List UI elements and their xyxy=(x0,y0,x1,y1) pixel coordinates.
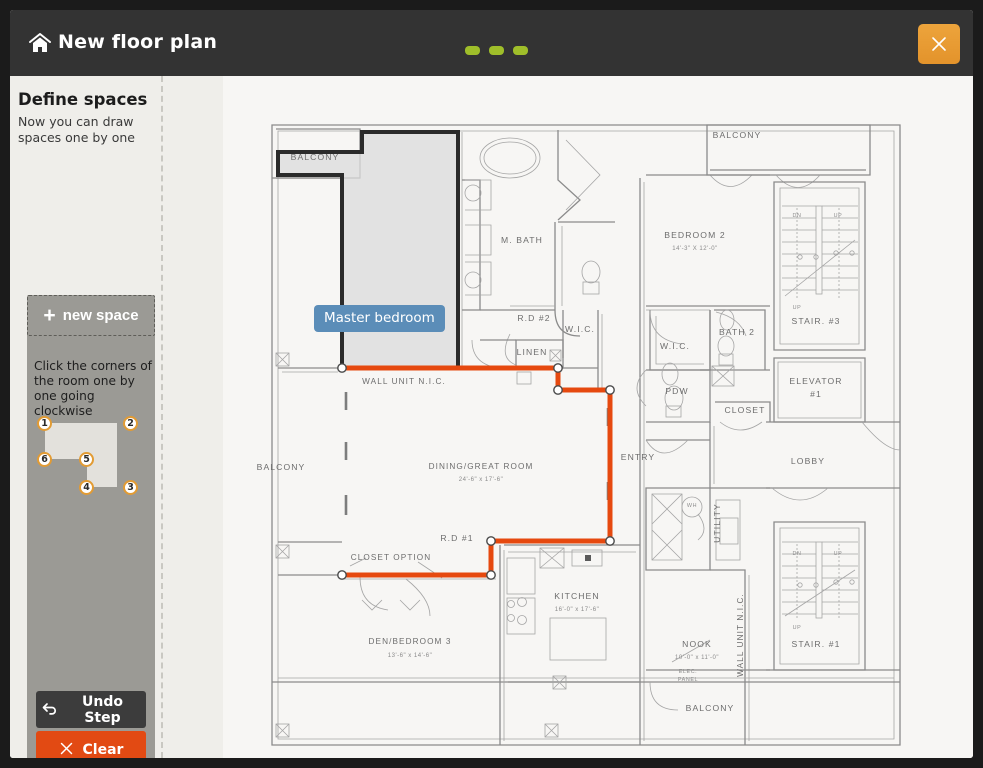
blueprint-label: 10'-0" x 11'-0" xyxy=(675,655,719,661)
window-body: Define spaces Now you can draw spaces on… xyxy=(10,76,973,758)
blueprint-label: UTILITY xyxy=(712,503,722,543)
blueprint-label: UP xyxy=(834,213,843,219)
blueprint-label: STAIR. #1 xyxy=(792,639,841,649)
blueprint-label: 13'-6" x 14'-6" xyxy=(388,653,432,659)
vertex-handle[interactable] xyxy=(605,385,615,395)
app-root: New floor plan Define spaces Now you can… xyxy=(0,0,983,768)
corner-badge-5: 5 xyxy=(79,452,94,467)
corner-badge-label: 1 xyxy=(41,417,48,429)
blueprint-label: W.I.C. xyxy=(660,341,690,351)
home-icon xyxy=(28,32,52,54)
step-dot-2 xyxy=(489,46,504,55)
vertex-handle[interactable] xyxy=(337,363,347,373)
blueprint-label: DN xyxy=(793,213,802,219)
close-button[interactable] xyxy=(918,24,960,64)
corner-badge-3: 3 xyxy=(123,480,138,495)
corner-badge-label: 6 xyxy=(41,453,48,465)
undo-step-label: Undo Step xyxy=(82,693,123,726)
blueprint-label: UP xyxy=(834,551,843,557)
blueprint-label: ELEVATOR xyxy=(789,376,842,386)
corner-badge-label: 4 xyxy=(83,481,90,493)
blueprint-label: R.D #1 xyxy=(440,533,473,543)
blueprint-label: W.I.C. xyxy=(565,324,595,334)
close-icon xyxy=(918,34,960,54)
blueprint-label: WALL UNIT N.I.C. xyxy=(736,593,745,677)
corner-order-diagram: 1 2 3 4 5 6 xyxy=(27,411,155,506)
blueprint-label: M. BATH xyxy=(501,235,543,245)
completed-space-master-bedroom[interactable] xyxy=(276,130,460,370)
blueprint-label: DINING/GREAT ROOM xyxy=(429,462,534,471)
blueprint-label: BALCONY xyxy=(686,703,735,713)
blueprint-label: STAIR. #3 xyxy=(792,316,841,326)
page-title: New floor plan xyxy=(58,31,218,53)
plus-icon: + xyxy=(43,304,56,327)
corner-badge-2: 2 xyxy=(123,416,138,431)
panel-title: Define spaces xyxy=(18,90,148,109)
blueprint-label: R.D #2 xyxy=(517,313,550,323)
corner-badge-label: 3 xyxy=(127,481,134,493)
close-icon xyxy=(59,741,74,759)
blueprint-label: DN xyxy=(793,551,802,557)
clear-button[interactable]: Clear xyxy=(36,731,146,758)
blueprint-label: UP xyxy=(793,625,802,631)
active-space-vertices[interactable] xyxy=(337,363,615,580)
clear-label: Clear xyxy=(82,742,124,758)
blueprint-label: BALCONY xyxy=(713,130,762,140)
undo-arrow-icon xyxy=(42,701,58,719)
step-progress-dots xyxy=(465,46,528,55)
corner-badge-label: 2 xyxy=(127,417,134,429)
blueprint-label: ELEC. xyxy=(679,669,698,675)
blueprint-label: 14'-3" X 12'-0" xyxy=(672,246,717,252)
blueprint-label: LOBBY xyxy=(791,456,825,466)
blueprint-label: LINEN xyxy=(517,347,548,357)
vertex-handle[interactable] xyxy=(486,570,496,580)
blueprint-label: BATH 2 xyxy=(719,327,755,337)
draw-hint-text: Click the corners of the room one by one… xyxy=(34,359,152,418)
blueprint-label: BALCONY xyxy=(257,462,306,472)
corner-badge-label: 5 xyxy=(83,453,90,465)
vertex-handle[interactable] xyxy=(553,363,563,373)
blueprint-label: PANEL xyxy=(678,677,698,683)
floorplan-drawing: BALCONY BALCONY BALCONY BALCONY M. BATH BEDRO… xyxy=(257,124,901,746)
title-bar: New floor plan xyxy=(10,10,973,76)
new-space-label: new space xyxy=(62,307,139,324)
blueprint-label: KITCHEN xyxy=(554,591,599,601)
blueprint-label: BEDROOM 2 xyxy=(664,230,725,240)
blueprint-label: 16'-0" x 17'-6" xyxy=(555,607,599,613)
blueprint-label: BALCONY xyxy=(291,152,340,162)
panel-subtitle: Now you can draw spaces one by one xyxy=(18,114,135,145)
blueprint-label: UP xyxy=(793,305,802,311)
corner-badge-1: 1 xyxy=(37,416,52,431)
blueprint-label: PDW xyxy=(665,386,688,396)
undo-step-button[interactable]: Undo Step xyxy=(36,691,146,728)
vertex-handle[interactable] xyxy=(337,570,347,580)
application-window: New floor plan Define spaces Now you can… xyxy=(10,10,973,758)
blueprint-label: NOOK xyxy=(682,639,712,649)
new-space-button[interactable]: + new space xyxy=(27,295,155,336)
vertex-handle[interactable] xyxy=(553,385,563,395)
corner-badge-6: 6 xyxy=(37,452,52,467)
blueprint-label: #1 xyxy=(810,389,822,399)
room-name-tag[interactable]: Master bedroom xyxy=(314,305,445,332)
corner-badge-4: 4 xyxy=(79,480,94,495)
sidebar-divider xyxy=(161,76,163,758)
blueprint-label: ENTRY xyxy=(621,452,655,462)
blueprint-label: WALL UNIT N.I.C. xyxy=(362,377,446,386)
blueprint-label: CLOSET xyxy=(725,405,766,415)
blueprint-label: 24'-6" x 17'-6" xyxy=(459,477,503,483)
active-space-outline[interactable] xyxy=(342,365,613,578)
step-dot-1 xyxy=(465,46,480,55)
vertex-handle[interactable] xyxy=(605,536,615,546)
blueprint-label: DEN/BEDROOM 3 xyxy=(369,637,452,646)
vertex-handle[interactable] xyxy=(486,536,496,546)
sidebar: Define spaces Now you can draw spaces on… xyxy=(10,76,161,758)
blueprint-label: CLOSET OPTION xyxy=(351,553,432,562)
blueprint-label: WH xyxy=(687,503,697,509)
step-dot-3 xyxy=(513,46,528,55)
floorplan-canvas[interactable]: BALCONY BALCONY BALCONY BALCONY M. BATH BEDRO… xyxy=(223,76,973,758)
